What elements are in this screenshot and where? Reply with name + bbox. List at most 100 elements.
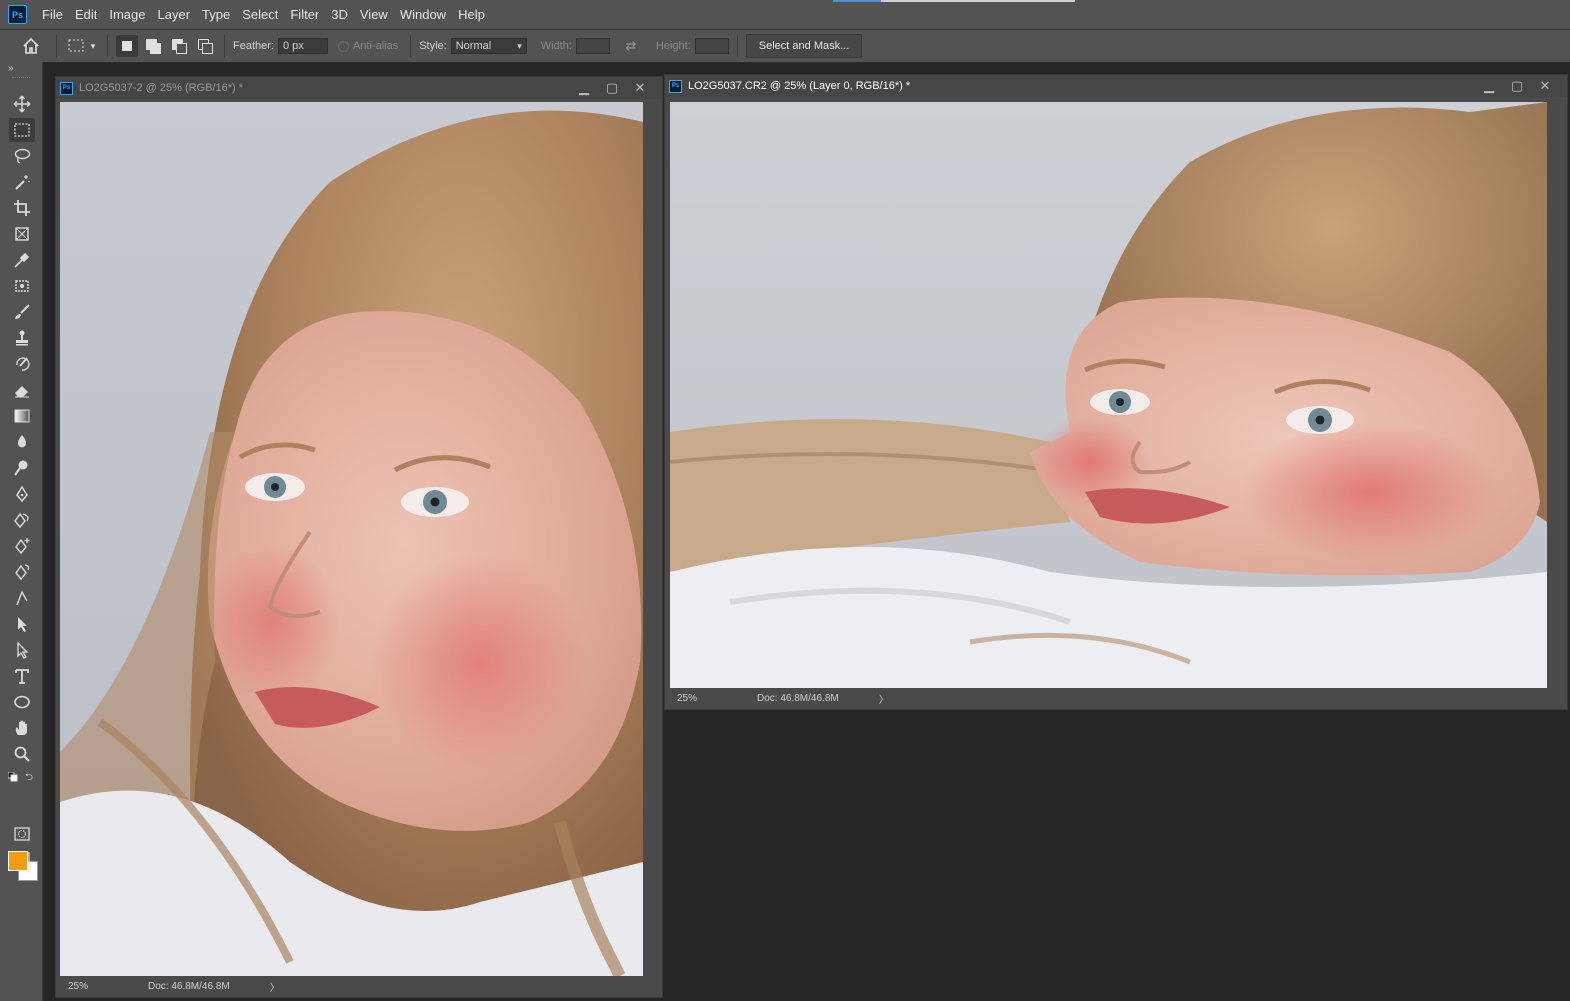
antialias-checkbox[interactable] [337, 40, 349, 52]
document-size: Doc: 46.8M/46.8M [757, 692, 839, 704]
chevron-right-icon[interactable]: 〉 [270, 979, 280, 994]
divider [410, 35, 412, 57]
divider [107, 35, 108, 57]
style-select[interactable]: Normal ▾ [450, 38, 527, 54]
default-colors-icon[interactable] [7, 771, 18, 785]
document-status-bar: 25% Doc: 46.8M/46.8M 〉 [56, 976, 662, 996]
zoom-level[interactable]: 25% [665, 693, 721, 704]
style-label: Style: [419, 40, 447, 52]
document-title: LO2G5037.CR2 @ 25% (Layer 0, RGB/16*) * [688, 80, 911, 92]
zoom-icon[interactable] [9, 742, 35, 766]
feather-input[interactable]: 0 px [277, 38, 328, 54]
divider [56, 35, 57, 57]
ellipse-icon[interactable] [9, 690, 35, 714]
select-and-mask-button[interactable]: Select and Mask... [745, 34, 863, 58]
move-icon[interactable] [9, 92, 35, 116]
photoshop-logo-icon[interactable]: Ps [8, 5, 27, 24]
history-brush-icon[interactable] [9, 352, 35, 376]
window-controls: ▁ ▢ ✕ [1475, 75, 1559, 97]
options-bar: ▾ Feather: 0 px Anti-alias Style: Normal… [0, 30, 1570, 63]
height-label: Height: [655, 40, 691, 52]
eyedropper-icon[interactable] [9, 248, 35, 272]
height-input[interactable] [694, 38, 729, 54]
clone-stamp-icon[interactable] [9, 326, 35, 350]
divider [224, 35, 225, 57]
tools-panel: » ⮌ [0, 62, 43, 1001]
width-label: Width: [540, 40, 572, 52]
maximize-icon[interactable]: ▢ [598, 77, 626, 99]
path-selection-icon[interactable] [9, 612, 35, 636]
menu-file[interactable]: File [36, 0, 69, 29]
hand-icon[interactable] [9, 716, 35, 740]
window-accent-strip-light [881, 0, 1075, 2]
zoom-level[interactable]: 25% [56, 981, 112, 992]
menu-select[interactable]: Select [236, 0, 284, 29]
add-selection-button[interactable] [142, 35, 164, 57]
swap-dimensions-icon[interactable]: ⇄ [620, 35, 642, 57]
blur-icon[interactable] [9, 430, 35, 454]
dodge-icon[interactable] [9, 456, 35, 480]
foreground-color-swatch[interactable] [8, 851, 28, 871]
magic-wand-icon[interactable] [9, 170, 35, 194]
minimize-icon[interactable]: ▁ [570, 77, 598, 99]
feather-label: Feather: [233, 40, 274, 52]
ps-document-icon: Ps [60, 81, 73, 95]
chevron-down-icon: ▾ [517, 40, 522, 51]
collapse-panel-icon[interactable]: » [8, 63, 14, 74]
document-titlebar[interactable]: Ps LO2G5037.CR2 @ 25% (Layer 0, RGB/16*)… [665, 75, 1567, 97]
add-anchor-icon[interactable] [9, 534, 35, 558]
panel-grip[interactable] [12, 77, 30, 80]
eraser-icon[interactable] [9, 378, 35, 402]
close-icon[interactable]: ✕ [1531, 75, 1559, 97]
menu-view[interactable]: View [354, 0, 394, 29]
document-title: LO2G5037-2 @ 25% (RGB/16*) * [79, 82, 244, 94]
close-icon[interactable]: ✕ [626, 77, 654, 99]
maximize-icon[interactable]: ▢ [1503, 75, 1531, 97]
freeform-pen-icon[interactable] [9, 508, 35, 532]
subtract-selection-button[interactable] [168, 35, 190, 57]
marquee-preset-icon[interactable] [65, 35, 87, 57]
convert-point-icon[interactable] [9, 586, 35, 610]
swap-colors-icon[interactable]: ⮌ [25, 770, 33, 787]
gradient-icon[interactable] [9, 404, 35, 428]
lasso-icon[interactable] [9, 144, 35, 168]
ps-document-icon: Ps [669, 79, 682, 93]
document-window-left[interactable]: Ps LO2G5037-2 @ 25% (RGB/16*) * ▁ ▢ ✕ 25… [55, 76, 663, 998]
width-input[interactable] [575, 38, 610, 54]
menu-type[interactable]: Type [196, 0, 236, 29]
crop-icon[interactable] [9, 196, 35, 220]
spot-healing-icon[interactable] [9, 274, 35, 298]
canvas-photo-portrait[interactable] [60, 102, 643, 976]
chevron-right-icon[interactable]: 〉 [879, 691, 889, 706]
quick-mask-icon[interactable] [9, 822, 35, 846]
document-window-right[interactable]: Ps LO2G5037.CR2 @ 25% (Layer 0, RGB/16*)… [664, 74, 1568, 710]
style-value: Normal [455, 40, 492, 52]
canvas-photo-liquified[interactable] [670, 102, 1547, 688]
window-controls: ▁ ▢ ✕ [570, 77, 654, 99]
new-selection-button[interactable] [116, 35, 138, 57]
menu-bar: Ps File Edit Image Layer Type Select Fil… [0, 0, 1570, 30]
menu-layer[interactable]: Layer [152, 0, 197, 29]
document-status-bar: 25% Doc: 46.8M/46.8M 〉 [665, 688, 1567, 708]
document-titlebar[interactable]: Ps LO2G5037-2 @ 25% (RGB/16*) * ▁ ▢ ✕ [56, 77, 662, 99]
rectangular-marquee-icon[interactable] [9, 118, 35, 142]
brush-icon[interactable] [9, 300, 35, 324]
home-icon[interactable] [20, 35, 42, 57]
menu-edit[interactable]: Edit [69, 0, 103, 29]
menu-filter[interactable]: Filter [284, 0, 325, 29]
menu-window[interactable]: Window [394, 0, 452, 29]
pen-icon[interactable] [9, 482, 35, 506]
frame-icon[interactable] [9, 222, 35, 246]
menu-image[interactable]: Image [103, 0, 151, 29]
chevron-down-icon[interactable]: ▾ [87, 35, 99, 57]
menu-3d[interactable]: 3D [325, 0, 354, 29]
window-accent-strip [833, 0, 881, 2]
minimize-icon[interactable]: ▁ [1475, 75, 1503, 97]
intersect-selection-button[interactable] [194, 35, 216, 57]
curvature-pen-icon[interactable] [9, 560, 35, 584]
direct-selection-icon[interactable] [9, 638, 35, 662]
divider [736, 35, 738, 57]
type-icon[interactable] [9, 664, 35, 688]
antialias-label: Anti-alias [352, 40, 399, 52]
menu-help[interactable]: Help [452, 0, 491, 29]
